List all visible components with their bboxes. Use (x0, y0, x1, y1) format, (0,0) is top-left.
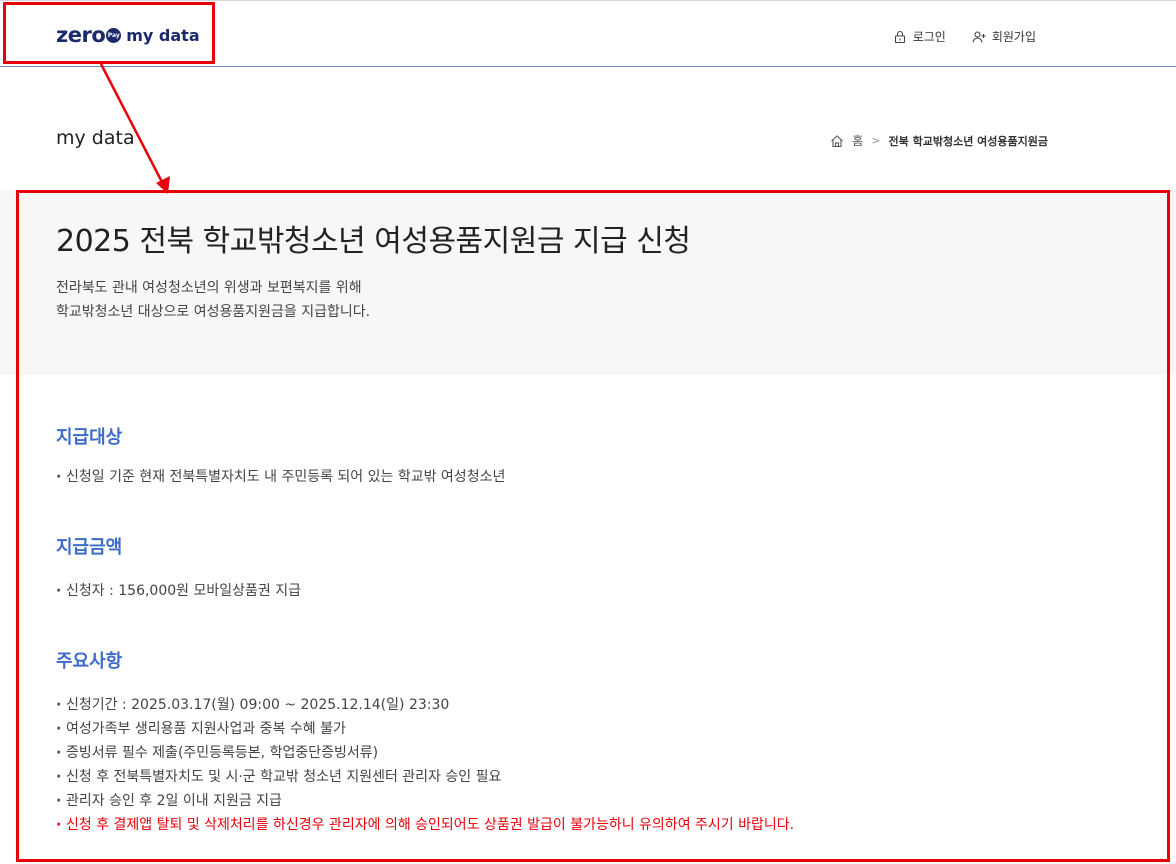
top-nav: 로그인 회원가입 (893, 28, 1036, 45)
login-link[interactable]: 로그인 (893, 28, 946, 45)
list-item: 증빙서류 필수 제출(주민등록등본, 학업중단증빙서류) (56, 741, 794, 765)
hero-desc-line1: 전라북도 관내 여성청소년의 위생과 보편복지를 위해 (56, 280, 362, 296)
warning-item: 신청 후 결제앱 탈퇴 및 삭제처리를 하신경우 관리자에 의해 승인되어도 상… (56, 813, 794, 837)
breadcrumb-home[interactable]: 홈 (852, 132, 863, 149)
logo-pay-badge: Pay (106, 27, 122, 43)
login-label: 로그인 (912, 30, 946, 44)
hero-description: 전라북도 관내 여성청소년의 위생과 보편복지를 위해 학교밖청소년 대상으로 … (56, 276, 370, 324)
list-item: 신청자 : 156,000원 모바일상품권 지급 (56, 579, 301, 603)
logo-mydata-text: my data (126, 25, 200, 45)
add-user-icon (972, 30, 986, 43)
list-item: 신청일 기준 현재 전북특별자치도 내 주민등록 되어 있는 학교밖 여성청소년 (56, 465, 505, 489)
section-title-target: 지급대상 (56, 427, 123, 448)
home-icon[interactable] (830, 134, 844, 148)
breadcrumb: 홈 > 전북 학교밖청소년 여성용품지원금 (830, 132, 1048, 149)
logo[interactable]: zero Pay my data (56, 23, 200, 47)
breadcrumb-current: 전북 학교밖청소년 여성용품지원금 (888, 134, 1048, 148)
section-title-notes: 주요사항 (56, 651, 123, 672)
hero-title: 2025 전북 학교밖청소년 여성용품지원금 지급 신청 (56, 224, 691, 259)
list-item: 여성가족부 생리용품 지원사업과 중복 수혜 불가 (56, 717, 794, 741)
section-list-amount: 신청자 : 156,000원 모바일상품권 지급 (56, 579, 301, 603)
section-list-target: 신청일 기준 현재 전북특별자치도 내 주민등록 되어 있는 학교밖 여성청소년 (56, 465, 505, 489)
page-title: my data (56, 127, 135, 149)
lock-icon (894, 30, 905, 43)
section-list-notes: 신청기간 : 2025.03.17(월) 09:00 ~ 2025.12.14(… (56, 693, 794, 837)
section-title-amount: 지급금액 (56, 537, 123, 558)
hero-desc-line2: 학교밖청소년 대상으로 여성용품지원금을 지급합니다. (56, 304, 371, 320)
list-item: 신청 후 전북특별자치도 및 시·군 학교밖 청소년 지원센터 관리자 승인 필… (56, 765, 794, 789)
list-item: 관리자 승인 후 2일 이내 지원금 지급 (56, 789, 794, 813)
signup-link[interactable]: 회원가입 (972, 28, 1036, 45)
site-header: zero Pay my data 로그인 회원가입 (0, 0, 1176, 67)
signup-label: 회원가입 (991, 30, 1036, 44)
chevron-right-icon: > (871, 134, 881, 147)
logo-zero-text: zero (56, 23, 106, 47)
list-item: 신청기간 : 2025.03.17(월) 09:00 ~ 2025.12.14(… (56, 693, 794, 717)
